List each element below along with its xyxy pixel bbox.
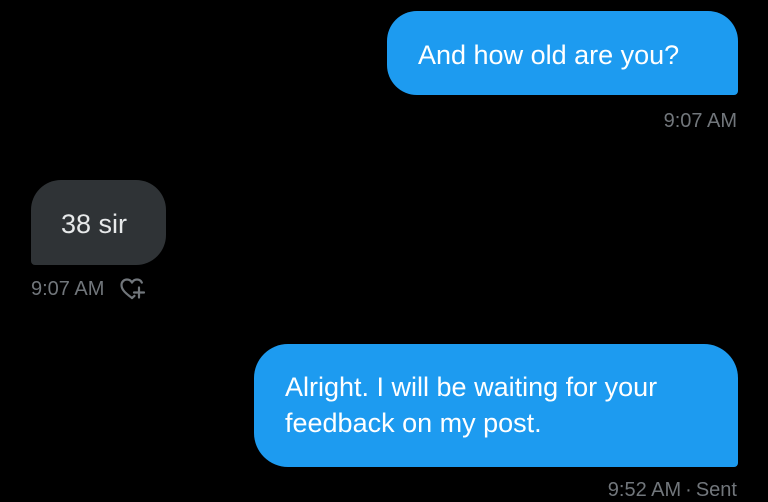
sent-message-bubble[interactable]: And how old are you? [387,11,738,95]
timestamp-text: 9:52 AM [607,479,682,501]
message-timestamp: 9:07 AM [664,109,737,133]
message-text-line: feedback on my post. [285,408,542,438]
message-meta: 9:52 AM · Sent [608,478,737,502]
timestamp-text: 9:07 AM [31,278,105,300]
received-message-bubble[interactable]: 38 sir [31,180,166,265]
message-text: 38 sir [61,209,128,239]
add-reaction-heart-icon[interactable] [118,275,146,303]
sent-message-bubble[interactable]: Alright. I will be waiting for your feed… [254,344,738,467]
message-text-line: Alright. I will be waiting for your [285,372,658,402]
timestamp-text: 9:07 AM [663,110,737,132]
message-meta: 9:07 AM [31,275,146,303]
separator-dot: · [685,479,692,501]
message-text: And how old are you? [418,40,680,70]
delivery-status: Sent [695,479,737,501]
